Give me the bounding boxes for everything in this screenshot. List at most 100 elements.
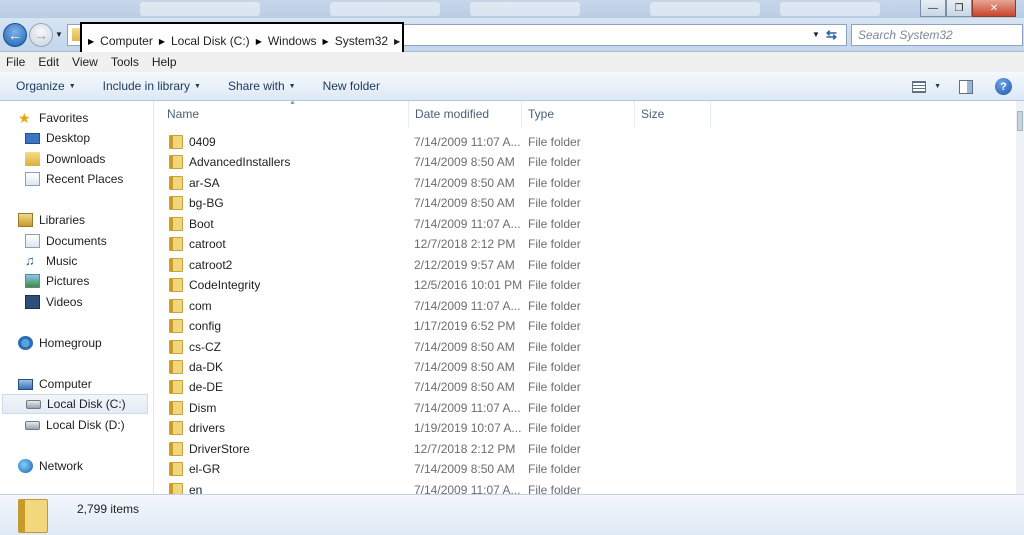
file-name: cs-CZ [189, 339, 221, 354]
file-name: com [189, 298, 212, 313]
column-header-date[interactable]: Date modified [409, 101, 522, 127]
table-row[interactable]: 0409 7/14/2009 11:07 A... File folder [155, 132, 1016, 152]
date-modified-cell: 12/5/2016 10:01 PM [414, 278, 523, 293]
file-name: Dism [189, 400, 217, 415]
network-icon [18, 459, 33, 473]
breadcrumb-computer[interactable]: ▶ Computer [88, 34, 153, 48]
table-row[interactable]: en 7/14/2009 11:07 A... File folder [155, 480, 1016, 494]
menu-file[interactable]: File [6, 55, 25, 69]
sidebar-item-local-disk-c[interactable]: Local Disk (C:) [2, 394, 148, 414]
sidebar-item-downloads[interactable]: Downloads [25, 149, 105, 169]
back-button[interactable]: ← [3, 23, 27, 47]
sidebar-item-libraries[interactable]: Libraries [18, 210, 85, 230]
address-history-dropdown[interactable]: ▼ [812, 30, 820, 39]
menu-tools[interactable]: Tools [111, 55, 139, 69]
restore-button[interactable]: ❐ [946, 0, 972, 17]
restore-icon: ❐ [954, 2, 964, 14]
minimize-button[interactable]: — [920, 0, 946, 17]
vertical-scrollbar[interactable] [1016, 101, 1024, 494]
refresh-icon[interactable]: ⇆ [826, 27, 837, 43]
change-view-icon[interactable] [912, 80, 927, 93]
breadcrumb-end-arrow-icon[interactable]: ▶ [394, 37, 400, 46]
menu-help[interactable]: Help [152, 55, 177, 69]
folder-icon [169, 237, 183, 252]
desktop-icon [25, 132, 40, 144]
table-row[interactable]: ar-SA 7/14/2009 8:50 AM File folder [155, 173, 1016, 193]
sidebar-item-favorites[interactable]: ★ Favorites [18, 108, 88, 128]
breadcrumb-arrow-icon[interactable]: ▶ [159, 37, 165, 46]
sidebar-item-desktop[interactable]: Desktop [25, 128, 90, 148]
file-name-cell: config [169, 319, 221, 334]
table-row[interactable]: da-DK 7/14/2009 8:50 AM File folder [155, 357, 1016, 377]
table-row[interactable]: de-DE 7/14/2009 8:50 AM File folder [155, 377, 1016, 397]
recent-pages-dropdown[interactable]: ▼ [55, 30, 63, 39]
date-modified-cell: 7/14/2009 8:50 AM [414, 196, 515, 211]
file-name-cell: en [169, 482, 202, 494]
column-header-size[interactable]: Size [635, 101, 711, 127]
sidebar-item-videos[interactable]: Videos [25, 292, 82, 312]
table-row[interactable]: catroot 12/7/2018 2:12 PM File folder [155, 234, 1016, 254]
table-row[interactable]: Boot 7/14/2009 11:07 A... File folder [155, 214, 1016, 234]
share-with-button[interactable]: Share with ▼ [228, 79, 296, 93]
date-modified-cell: 7/14/2009 11:07 A... [414, 216, 521, 231]
date-modified-cell: 7/14/2009 8:50 AM [414, 380, 515, 395]
new-folder-button[interactable]: New folder [323, 79, 380, 93]
date-modified-cell: 7/14/2009 11:07 A... [414, 135, 521, 149]
folder-icon [169, 155, 183, 170]
breadcrumb-arrow-icon[interactable]: ▶ [256, 37, 262, 46]
table-row[interactable]: drivers 1/19/2019 10:07 A... File folder [155, 418, 1016, 438]
forward-button[interactable]: → [29, 23, 53, 47]
view-options-dropdown[interactable]: ▼ [934, 83, 941, 90]
table-row[interactable]: el-GR 7/14/2009 8:50 AM File folder [155, 459, 1016, 479]
background-tab-ghost [780, 2, 880, 16]
column-header-type[interactable]: Type [522, 101, 635, 127]
sidebar-label: Recent Places [46, 172, 124, 186]
sidebar-label: Downloads [46, 152, 106, 166]
libraries-icon [18, 213, 33, 227]
table-row[interactable]: cs-CZ 7/14/2009 8:50 AM File folder [155, 337, 1016, 357]
close-button[interactable]: ✕ [972, 0, 1016, 17]
file-name-cell: com [169, 298, 212, 313]
table-row[interactable]: config 1/17/2019 6:52 PM File folder [155, 316, 1016, 336]
search-input[interactable]: Search System32 [851, 24, 1023, 46]
breadcrumb-local-disk[interactable]: ▶ Local Disk (C:) [159, 34, 250, 48]
sidebar-item-pictures[interactable]: Pictures [25, 271, 89, 291]
table-row[interactable]: com 7/14/2009 11:07 A... File folder [155, 296, 1016, 316]
sidebar-item-network[interactable]: Network [18, 456, 83, 476]
new-folder-label: New folder [322, 79, 380, 93]
column-header-name[interactable]: Name ▲ [161, 101, 409, 127]
breadcrumb-arrow-icon[interactable]: ▶ [88, 37, 94, 46]
table-row[interactable]: DriverStore 12/7/2018 2:12 PM File folder [155, 439, 1016, 459]
breadcrumb-arrow-icon[interactable]: ▶ [323, 37, 329, 46]
breadcrumb-system32[interactable]: ▶ System32 [323, 34, 389, 48]
folder-icon [18, 499, 48, 533]
file-name: ar-SA [189, 175, 220, 190]
table-row[interactable]: bg-BG 7/14/2009 8:50 AM File folder [155, 193, 1016, 213]
sidebar-item-homegroup[interactable]: Homegroup [18, 333, 102, 353]
file-name: el-GR [189, 462, 221, 477]
date-modified-cell: 7/14/2009 8:50 AM [414, 462, 515, 477]
file-name-cell: CodeIntegrity [169, 278, 260, 293]
breadcrumb-windows[interactable]: ▶ Windows [256, 34, 317, 48]
sidebar-item-computer[interactable]: Computer [18, 374, 92, 394]
preview-pane-icon[interactable] [959, 79, 973, 94]
table-row[interactable]: Dism 7/14/2009 11:07 A... File folder [155, 398, 1016, 418]
sidebar-item-recent-places[interactable]: Recent Places [25, 169, 123, 189]
menu-edit[interactable]: Edit [38, 55, 59, 69]
menu-view[interactable]: View [72, 55, 98, 69]
sidebar-item-music[interactable]: ♫ Music [25, 251, 77, 271]
date-modified-cell: 7/14/2009 11:07 A... [414, 482, 521, 494]
include-in-library-button[interactable]: Include in library ▼ [103, 79, 201, 93]
computer-icon [18, 378, 33, 390]
type-cell: File folder [528, 441, 581, 456]
background-tab-ghost [140, 2, 260, 16]
table-row[interactable]: AdvancedInstallers 7/14/2009 8:50 AM File … [155, 152, 1016, 172]
help-icon[interactable]: ? [995, 78, 1012, 95]
organize-button[interactable]: Organize ▼ [16, 79, 76, 93]
table-row[interactable]: CodeIntegrity 12/5/2016 10:01 PM File fold… [155, 275, 1016, 295]
sidebar-item-local-disk-d[interactable]: Local Disk (D:) [25, 415, 125, 435]
table-row[interactable]: catroot2 2/12/2019 9:57 AM File folder [155, 255, 1016, 275]
sidebar-item-documents[interactable]: Documents [25, 231, 107, 251]
file-list: Name ▲ Date modified Type Size 0409 7/14/2… [155, 101, 1016, 494]
scrollbar-thumb[interactable] [1017, 111, 1023, 131]
